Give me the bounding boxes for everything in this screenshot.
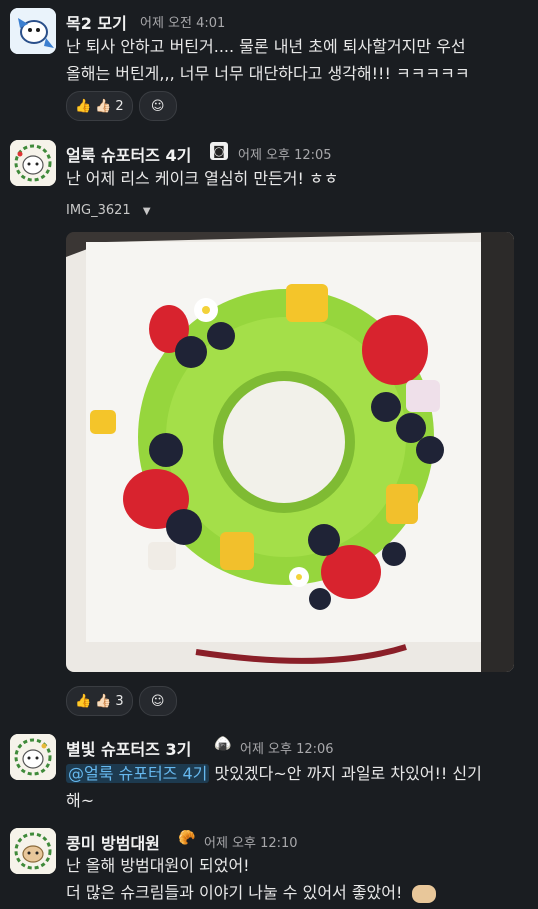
camera-icon: ◙ xyxy=(210,142,228,160)
thumbs-up-icon: 👍 xyxy=(75,98,92,114)
reaction-thumbs-up[interactable]: 👍 👍🏻 3 xyxy=(66,686,133,716)
caret-down-icon: ▼ xyxy=(142,206,151,217)
avatar[interactable] xyxy=(10,8,56,54)
message-text-line: 올해는 버틴게,,, 너무 너무 대단하다고 생각해!!! ㅋㅋㅋㅋㅋ xyxy=(66,64,470,83)
message-text-line: 난 올해 방범대원이 되었어! xyxy=(66,856,250,875)
message-text-rest: 맛있겠다~안 까지 과일로 차있어!! 신기 xyxy=(209,764,482,783)
rice-ball-icon: 🍙 xyxy=(214,736,232,752)
add-reaction-icon: ☺ xyxy=(150,98,165,114)
add-reaction-button[interactable]: ☺ xyxy=(138,686,177,716)
message-text-line: @얼룩 슈포터즈 4기 맛있겠다~안 까지 과일로 차있어!! 신기 xyxy=(66,760,526,787)
custom-emoji-icon xyxy=(411,884,436,903)
add-reaction-button[interactable]: ☺ xyxy=(138,91,177,121)
author-name[interactable]: 목2 모기 xyxy=(66,10,127,34)
timestamp[interactable]: 어제 오전 4:01 xyxy=(140,12,225,31)
author-name[interactable]: 별빛 슈포터즈 3기 xyxy=(66,736,191,760)
reaction-count: 2 xyxy=(115,98,124,114)
avatar[interactable] xyxy=(10,828,56,874)
cake-image[interactable] xyxy=(66,232,514,672)
reaction-count: 3 xyxy=(115,693,124,709)
timestamp[interactable]: 어제 오후 12:06 xyxy=(240,738,334,757)
file-name: IMG_3621 xyxy=(66,203,131,218)
add-reaction-icon: ☺ xyxy=(150,693,165,709)
reaction-thumbs-up[interactable]: 👍 👍🏻 2 xyxy=(66,91,133,121)
avatar[interactable] xyxy=(10,140,56,186)
message-text-line: 더 많은 슈크림들과 이야기 나눌 수 있어서 좋았어! xyxy=(66,879,436,906)
message-text-line: 해~ xyxy=(66,791,95,810)
thumbs-up-light-icon: 👍🏻 xyxy=(95,693,112,709)
avatar[interactable] xyxy=(10,734,56,780)
message-text-line: 난 퇴사 안하고 버틴거.... 물론 내년 초에 퇴사할거지만 우선 xyxy=(66,37,466,56)
thumbs-up-icon: 👍 xyxy=(75,693,92,709)
author-name[interactable]: 얼룩 슈포터즈 4기 xyxy=(66,142,191,166)
croissant-icon: 🥐 xyxy=(178,830,196,846)
file-name-toggle[interactable]: IMG_3621 ▼ xyxy=(66,203,151,218)
user-mention[interactable]: @얼룩 슈포터즈 4기 xyxy=(66,764,210,783)
thumbs-up-light-icon: 👍🏻 xyxy=(95,98,112,114)
timestamp[interactable]: 어제 오후 12:05 xyxy=(238,144,332,163)
message-text-line: 난 어제 리스 케이크 열심히 만든거! ㅎㅎ xyxy=(66,169,339,188)
timestamp[interactable]: 어제 오후 12:10 xyxy=(204,832,298,851)
message-text: 더 많은 슈크림들과 이야기 나눌 수 있어서 좋았어! xyxy=(66,883,403,902)
author-name[interactable]: 콩미 방범대원 xyxy=(66,830,160,854)
